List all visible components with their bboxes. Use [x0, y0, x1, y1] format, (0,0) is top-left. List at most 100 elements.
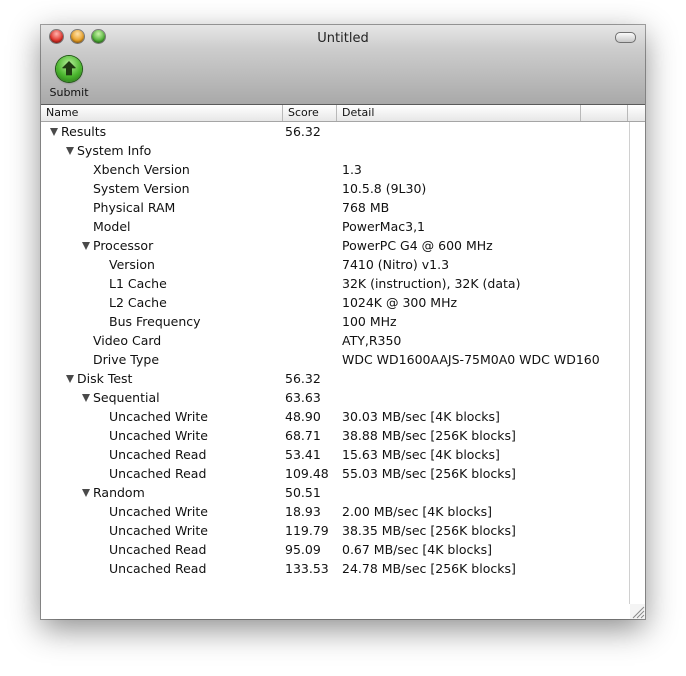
submit-button[interactable]: Submit	[49, 56, 89, 99]
table-row[interactable]: Disk Test 56.32	[41, 369, 630, 388]
table-row[interactable]: Physical RAM 768 MB	[41, 198, 630, 217]
table-row[interactable]: L1 Cache 32K (instruction), 32K (data)	[41, 274, 630, 293]
disclosure-triangle-icon[interactable]	[82, 236, 92, 250]
row-score: 56.32	[285, 371, 321, 386]
row-detail: 7410 (Nitro) v1.3	[342, 257, 450, 272]
table-row[interactable]: Uncached Write 119.79 38.35 MB/sec [256K b…	[41, 521, 630, 540]
row-label: Uncached Read	[109, 561, 207, 576]
row-label: Sequential	[93, 390, 160, 405]
table-row[interactable]: Uncached Write 48.90 30.03 MB/sec [4K bloc…	[41, 407, 630, 426]
table-row[interactable]: Video Card ATY,R350	[41, 331, 630, 350]
row-label: Uncached Write	[109, 523, 208, 538]
window-title: Untitled	[317, 31, 369, 46]
row-label: L2 Cache	[109, 295, 167, 310]
table-row[interactable]: Uncached Read 95.09 0.67 MB/sec [4K blocks…	[41, 540, 630, 559]
row-label: Uncached Read	[109, 466, 207, 481]
row-detail: 30.03 MB/sec [4K blocks]	[342, 409, 500, 424]
toolbar-toggle-button[interactable]	[615, 32, 636, 43]
row-detail: ATY,R350	[342, 333, 402, 348]
row-detail: PowerMac3,1	[342, 219, 425, 234]
row-detail: 38.35 MB/sec [256K blocks]	[342, 523, 516, 538]
table-row[interactable]: Model PowerMac3,1	[41, 217, 630, 236]
disclosure-triangle-icon[interactable]	[82, 483, 92, 497]
table-row[interactable]: Uncached Write 68.71 38.88 MB/sec [256K bl…	[41, 426, 630, 445]
table-row[interactable]: Processor PowerPC G4 @ 600 MHz	[41, 236, 630, 255]
row-score: 95.09	[285, 542, 321, 557]
row-detail: 32K (instruction), 32K (data)	[342, 276, 521, 291]
row-score: 68.71	[285, 428, 321, 443]
row-score: 109.48	[285, 466, 329, 481]
row-label: Uncached Write	[109, 428, 208, 443]
table-row[interactable]: Uncached Write 18.93 2.00 MB/sec [4K block…	[41, 502, 630, 521]
table-row[interactable]: Uncached Read 53.41 15.63 MB/sec [4K block…	[41, 445, 630, 464]
row-detail: 768 MB	[342, 200, 390, 215]
row-detail: 55.03 MB/sec [256K blocks]	[342, 466, 516, 481]
row-score: 53.41	[285, 447, 321, 462]
results-outline[interactable]: Results 56.32 System Info Xbench Version 1.3…	[41, 122, 630, 619]
row-label: Uncached Read	[109, 542, 207, 557]
row-detail: 1.3	[342, 162, 362, 177]
row-score: 50.51	[285, 485, 321, 500]
row-detail: 0.67 MB/sec [4K blocks]	[342, 542, 492, 557]
row-label: Uncached Write	[109, 409, 208, 424]
row-score: 18.93	[285, 504, 321, 519]
row-detail: PowerPC G4 @ 600 MHz	[342, 238, 493, 253]
row-label: Version	[109, 257, 155, 272]
row-detail: 1024K @ 300 MHz	[342, 295, 458, 310]
row-detail: 24.78 MB/sec [256K blocks]	[342, 561, 516, 576]
column-header-score[interactable]: Score	[283, 105, 337, 121]
table-row[interactable]: Xbench Version 1.3	[41, 160, 630, 179]
table-row[interactable]: Version 7410 (Nitro) v1.3	[41, 255, 630, 274]
row-label: Model	[93, 219, 131, 234]
row-detail: 38.88 MB/sec [256K blocks]	[342, 428, 516, 443]
vertical-scrollbar[interactable]	[629, 122, 645, 604]
column-header: Name Score Detail	[41, 105, 645, 122]
row-label: Random	[93, 485, 145, 500]
row-label: Xbench Version	[93, 162, 190, 177]
row-label: L1 Cache	[109, 276, 167, 291]
table-row[interactable]: Uncached Read 109.48 55.03 MB/sec [256K bl…	[41, 464, 630, 483]
table-row[interactable]: Sequential 63.63	[41, 388, 630, 407]
table-row[interactable]: System Version 10.5.8 (9L30)	[41, 179, 630, 198]
up-arrow-icon	[56, 56, 82, 82]
table-row[interactable]: Bus Frequency 100 MHz	[41, 312, 630, 331]
row-label: Processor	[93, 238, 154, 253]
row-label: System Version	[93, 181, 190, 196]
row-label: Drive Type	[93, 352, 160, 367]
table-row[interactable]: Random 50.51	[41, 483, 630, 502]
app-window: Untitled Submit Name Score Detail Result…	[41, 25, 645, 619]
table-row[interactable]: L2 Cache 1024K @ 300 MHz	[41, 293, 630, 312]
row-detail: 100 MHz	[342, 314, 397, 329]
row-label: Video Card	[93, 333, 162, 348]
disclosure-triangle-icon[interactable]	[82, 388, 92, 402]
row-label: Disk Test	[77, 371, 133, 386]
column-header-empty[interactable]	[581, 105, 628, 121]
row-label: Uncached Read	[109, 447, 207, 462]
table-row[interactable]: Drive Type WDC WD1600AAJS-75M0A0 WDC WD16…	[41, 350, 630, 369]
table-row[interactable]: Results 56.32	[41, 122, 630, 141]
row-score: 119.79	[285, 523, 329, 538]
row-detail: 15.63 MB/sec [4K blocks]	[342, 447, 500, 462]
disclosure-triangle-icon[interactable]	[66, 141, 76, 155]
row-score: 56.32	[285, 124, 321, 139]
table-row[interactable]: Uncached Read 133.53 24.78 MB/sec [256K bl…	[41, 559, 630, 578]
resize-grip[interactable]	[630, 604, 645, 619]
row-label: Physical RAM	[93, 200, 176, 215]
column-header-name[interactable]: Name	[41, 105, 283, 121]
row-label: Uncached Write	[109, 504, 208, 519]
column-header-detail[interactable]: Detail	[337, 105, 581, 121]
table-row[interactable]: System Info	[41, 141, 630, 160]
row-detail: WDC WD1600AAJS-75M0A0 WDC WD160	[342, 352, 600, 367]
disclosure-triangle-icon[interactable]	[50, 122, 60, 136]
row-label: Bus Frequency	[109, 314, 201, 329]
row-detail: 2.00 MB/sec [4K blocks]	[342, 504, 492, 519]
row-label: Results	[61, 124, 107, 139]
resize-grip-icon	[632, 606, 645, 619]
row-detail: 10.5.8 (9L30)	[342, 181, 427, 196]
title-bar: Untitled Submit	[41, 25, 645, 105]
row-label: System Info	[77, 143, 152, 158]
submit-label: Submit	[49, 86, 89, 99]
row-score: 48.90	[285, 409, 321, 424]
disclosure-triangle-icon[interactable]	[66, 369, 76, 383]
row-score: 133.53	[285, 561, 329, 576]
